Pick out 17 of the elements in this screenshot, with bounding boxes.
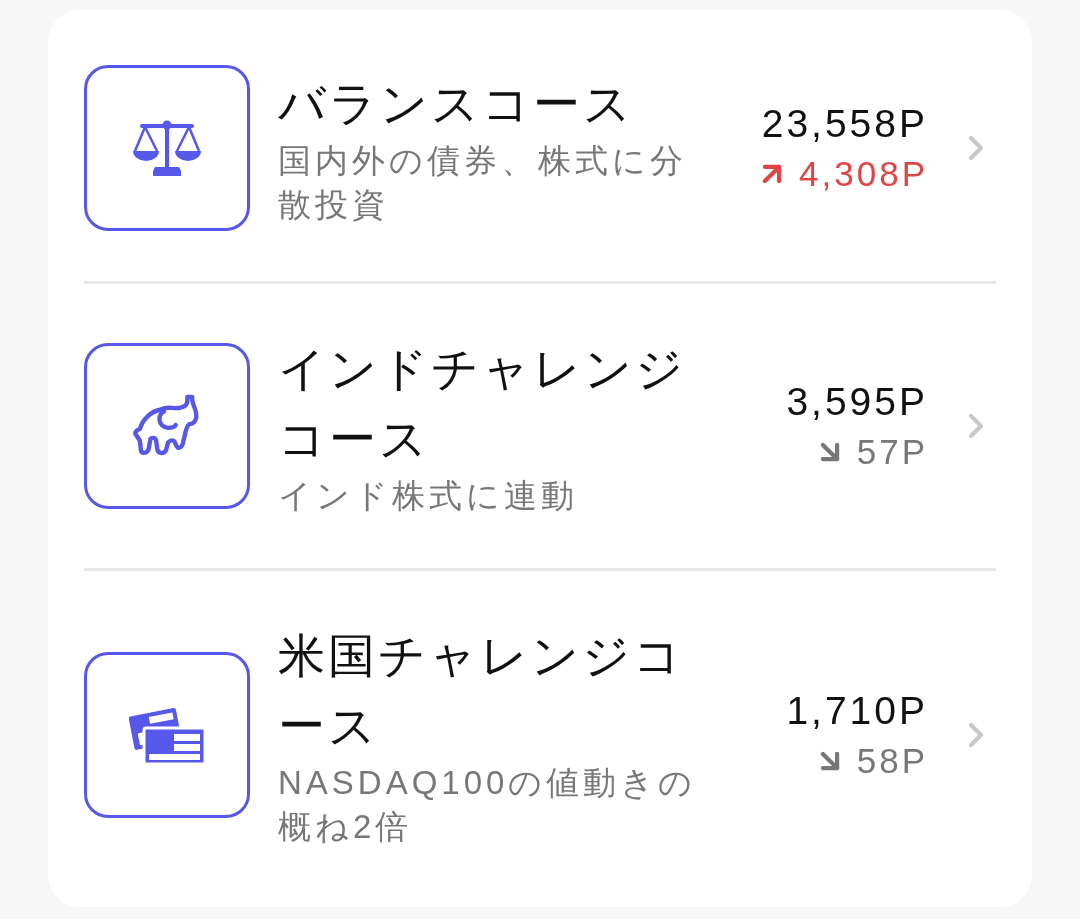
- course-row[interactable]: 米国チャレンジコース NASDAQ100の値動きの概ね2倍 1,710P 58P: [84, 571, 996, 899]
- course-row[interactable]: インドチャレンジコース インド株式に連動 3,595P 57P: [84, 284, 996, 568]
- points-change: 57P: [856, 431, 928, 473]
- points-value: 3,595P: [786, 379, 928, 425]
- points-value: 1,710P: [786, 688, 928, 734]
- course-title: バランスコース: [278, 76, 635, 132]
- credit-cards-icon: [129, 706, 205, 764]
- course-title: インドチャレンジコース: [278, 341, 687, 467]
- course-title: 米国チャレンジコース: [278, 628, 685, 754]
- points-change: 4,308P: [799, 153, 928, 195]
- course-description: NASDAQ100の値動きの概ね2倍: [278, 763, 698, 847]
- course-row[interactable]: バランスコース 国内外の債券、株式に分散投資 23,558P 4,308P: [84, 15, 996, 281]
- scales-icon: [133, 119, 201, 177]
- points-change: 58P: [856, 740, 928, 782]
- course-description: インド株式に連動: [278, 476, 579, 516]
- course-description: 国内外の債券、株式に分散投資: [278, 141, 688, 225]
- points-value: 23,558P: [761, 101, 928, 147]
